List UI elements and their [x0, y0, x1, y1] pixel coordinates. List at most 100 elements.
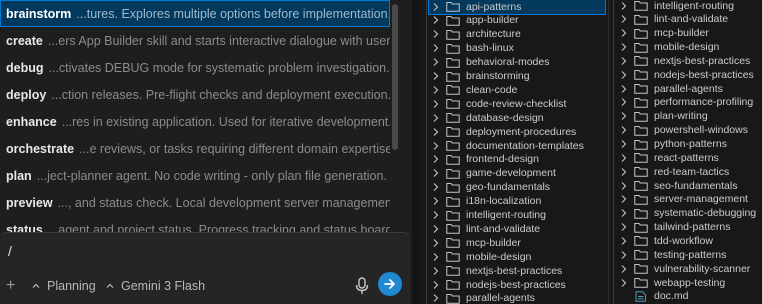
command-item-debug[interactable]: debug ...ctivates DEBUG mode for systemat…	[0, 54, 390, 81]
folder-icon	[446, 154, 460, 165]
command-description: ...ctivates DEBUG mode for systematic pr…	[48, 60, 390, 75]
file-icon	[635, 291, 646, 302]
folder-icon	[634, 278, 648, 288]
folder-icon	[634, 181, 648, 191]
indent-guide	[426, 0, 427, 304]
tree-item-label: doc.md	[654, 290, 689, 303]
microphone-button[interactable]	[354, 276, 370, 296]
tree-item-label: intelligent-routing	[654, 0, 734, 12]
tree-item[interactable]: parallel-agents	[428, 290, 606, 304]
command-item-brainstorm[interactable]: brainstorm ...tures. Explores multiple op…	[0, 0, 390, 27]
plus-icon: +	[6, 277, 16, 294]
sash[interactable]	[412, 0, 420, 304]
tree-item-label: vulnerability-scanner	[654, 262, 751, 275]
chevron-right-icon	[621, 264, 627, 273]
tree-item-label: parallel-agents	[654, 82, 723, 95]
tree-item-label: lint-and-validate	[654, 13, 729, 26]
tree-item-label: nodejs-best-practices	[466, 278, 566, 291]
model-label: Gemini 3 Flash	[121, 279, 206, 293]
command-item-preview[interactable]: preview ..., and status check. Local deve…	[0, 189, 390, 216]
command-item-orchestrate[interactable]: orchestrate ...e reviews, or tasks requir…	[0, 135, 390, 162]
tree-item-label: tailwind-patterns	[654, 221, 731, 234]
pane-divider[interactable]	[608, 0, 609, 304]
chevron-right-icon	[433, 169, 439, 178]
tree-item-label: testing-patterns	[654, 248, 727, 261]
folder-icon	[634, 222, 648, 233]
folder-icon	[446, 85, 460, 96]
command-item-deploy[interactable]: deploy ...ction releases. Pre-flight chec…	[0, 81, 390, 108]
tree-item-label: powershell-windows	[654, 124, 748, 137]
chevron-right-icon	[433, 238, 439, 247]
add-context-button[interactable]: +	[6, 277, 15, 295]
arrow-right-icon	[384, 279, 395, 289]
send-button[interactable]	[378, 272, 402, 296]
tree-item-label: intelligent-routing	[466, 209, 546, 221]
tree-item-label: app-builder	[466, 14, 519, 27]
model-selector-button[interactable]: Gemini 3 Flash	[106, 279, 205, 293]
folder-icon	[446, 29, 460, 40]
chevron-right-icon	[621, 112, 627, 121]
tree-item-label: red-team-tactics	[654, 165, 730, 178]
mode-selector-button[interactable]: Planning	[32, 279, 96, 293]
chevron-right-icon	[621, 250, 627, 259]
command-description: ...tures. Explores multiple options befo…	[76, 6, 390, 21]
command-item-plan[interactable]: plan ...ject-planner agent. No code writi…	[0, 162, 390, 189]
folder-icon	[446, 2, 460, 12]
chevron-right-icon	[621, 70, 627, 79]
command-description: ...ject-planner agent. No code writing -…	[36, 168, 387, 183]
tree-item-label: api-patterns	[466, 0, 522, 13]
command-list-scrollbar[interactable]	[392, 4, 400, 224]
command-item-enhance[interactable]: enhance ...res in existing application. U…	[0, 108, 390, 135]
tree-item-label: server-management	[654, 193, 748, 206]
folder-icon	[634, 153, 648, 164]
tree-item-label: mcp-builder	[466, 236, 521, 249]
chevron-right-icon	[433, 225, 439, 233]
folder-icon	[446, 99, 460, 109]
command-item-status[interactable]: status ...agent and project status. Progr…	[0, 216, 390, 233]
chevron-right-icon	[433, 2, 439, 11]
chevron-right-icon	[433, 183, 439, 192]
chevron-right-icon	[433, 113, 439, 122]
folder-icon	[446, 57, 460, 68]
chevron-right-icon	[433, 127, 439, 136]
chevron-up-icon	[32, 283, 40, 288]
command-description: ...res in existing application. Used for…	[61, 114, 390, 129]
chat-input-box[interactable]: / + Planning Gemini 3 Flash	[0, 232, 410, 304]
tree-item-label: behavioral-modes	[466, 56, 550, 69]
command-name: debug	[6, 60, 44, 75]
folder-icon	[634, 125, 648, 136]
command-name: deploy	[6, 87, 47, 102]
slash-command-panel: brainstorm ...tures. Explores multiple op…	[0, 0, 412, 304]
command-name: preview	[6, 195, 53, 210]
folder-icon	[446, 210, 460, 221]
tree-item-label: brainstorming	[466, 70, 530, 82]
tree-item-label: nextjs-best-practices	[466, 264, 563, 277]
scrollbar-thumb[interactable]	[392, 4, 398, 150]
chevron-right-icon	[433, 16, 439, 25]
tree-item[interactable]: doc.md	[616, 288, 762, 304]
tree-item-label: bash-linux	[466, 42, 514, 55]
command-description: ..., and status check. Local development…	[57, 195, 390, 210]
chevron-right-icon	[433, 280, 439, 289]
command-name: enhance	[6, 114, 57, 129]
command-description: ...agent and project status. Progress tr…	[47, 222, 390, 233]
chat-input-text[interactable]: /	[8, 243, 12, 259]
chevron-right-icon	[621, 15, 627, 24]
chevron-right-icon	[621, 278, 627, 287]
command-item-create[interactable]: create ...ers App Builder skill and start…	[0, 27, 390, 54]
chevron-right-icon	[433, 44, 439, 53]
tree-item-label: systematic-debugging	[654, 207, 757, 220]
folder-icon	[634, 250, 648, 260]
chevron-right-icon	[433, 211, 439, 219]
folder-icon	[634, 28, 648, 39]
tree-item-label: geo-fundamentals	[466, 181, 551, 194]
tree-item-label: mobile-design	[466, 250, 532, 263]
folder-icon	[446, 168, 460, 179]
chevron-up-icon	[106, 283, 114, 288]
tree-item-label: performance-profiling	[654, 96, 754, 109]
command-description: ...e reviews, or tasks requiring differe…	[79, 141, 390, 156]
folder-icon	[634, 14, 648, 25]
chevron-right-icon	[621, 223, 627, 231]
folder-icon	[634, 1, 648, 11]
microphone-icon	[355, 277, 369, 294]
